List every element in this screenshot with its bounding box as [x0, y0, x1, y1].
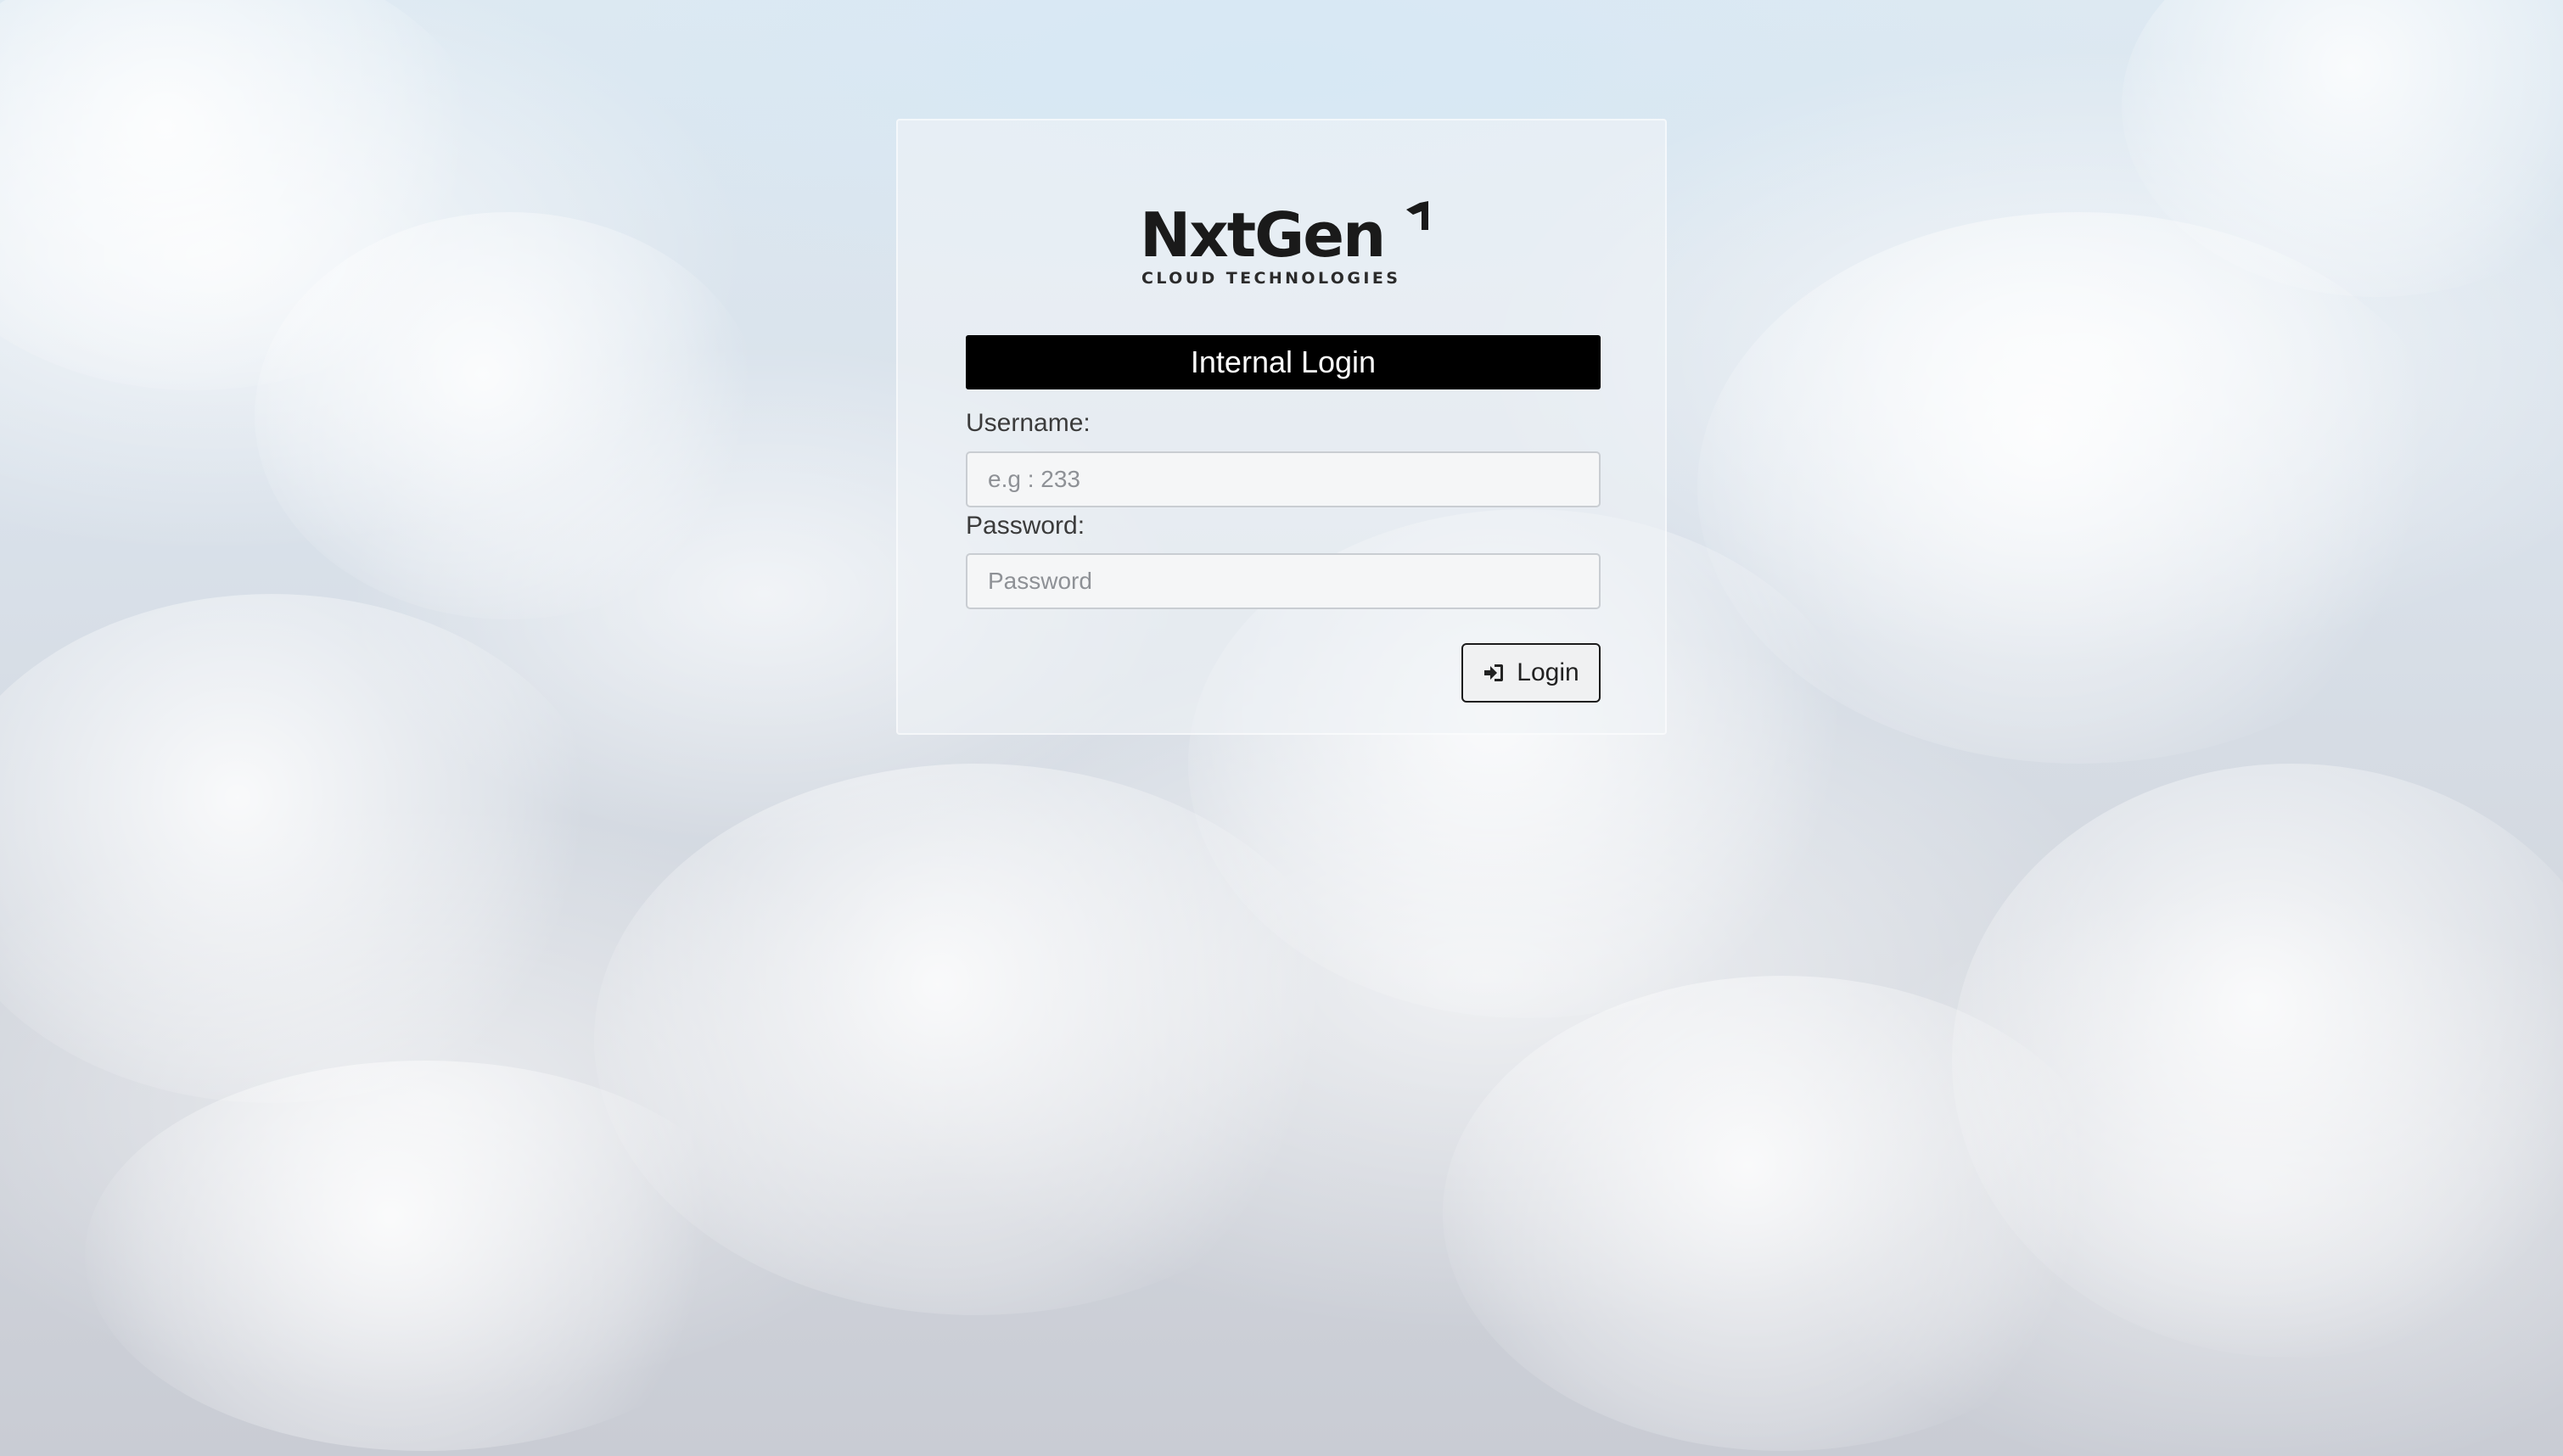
login-button[interactable]: Login	[1461, 643, 1601, 703]
login-button-label: Login	[1517, 658, 1579, 686]
password-label: Password:	[966, 512, 1085, 540]
login-title: Internal Login	[966, 335, 1601, 389]
cloud-shape	[255, 212, 764, 619]
cloud-shape	[85, 1061, 764, 1451]
brand-logo: NxtGen CLOUD TECHNOLOGIES	[1140, 201, 1428, 294]
username-input[interactable]	[966, 451, 1601, 507]
cloud-shape	[0, 594, 611, 1103]
arrow-up-right-icon	[1406, 201, 1428, 230]
logo-wordmark: NxtGen	[1140, 199, 1386, 271]
login-panel: NxtGen CLOUD TECHNOLOGIES Internal Login…	[896, 119, 1667, 735]
username-label: Username:	[966, 409, 1091, 437]
logo-tagline: CLOUD TECHNOLOGIES	[1141, 269, 1401, 288]
sign-in-icon	[1484, 664, 1504, 681]
password-input[interactable]	[966, 553, 1601, 609]
cloud-shape	[1443, 976, 2122, 1451]
